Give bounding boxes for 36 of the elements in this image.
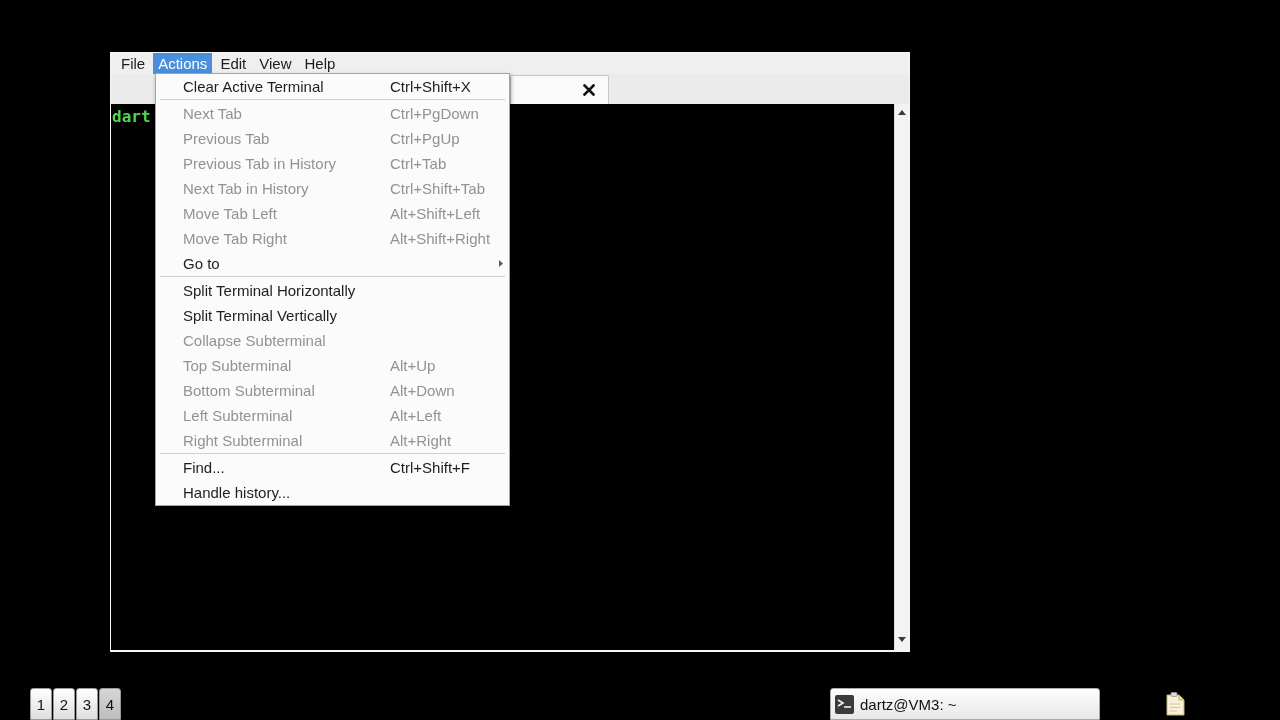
close-icon[interactable]	[583, 84, 595, 96]
taskbar-window-button[interactable]: dartz@VM3: ~	[830, 688, 1100, 720]
shortcut-text: Alt+Shift+Right	[390, 230, 491, 247]
workspace-button[interactable]: 4	[99, 688, 121, 720]
shortcut-text: Alt+Down	[390, 382, 455, 399]
shortcut-text: Alt+Right	[390, 432, 452, 449]
shortcut-text: Ctrl+Shift+Tab	[390, 180, 486, 197]
menu-item[interactable]: Go to	[156, 251, 509, 276]
menu-item[interactable]: Find... Ctrl+Shift+F	[156, 455, 509, 480]
shortcut-text: Alt+Up	[390, 357, 436, 374]
scrollbar[interactable]	[894, 104, 909, 650]
menu-item[interactable]: Split Terminal Vertically	[156, 303, 509, 328]
shortcut-text: Ctrl+PgUp	[390, 130, 460, 147]
shortcut-text: Ctrl+Shift+F	[390, 459, 471, 476]
shortcut-text: Ctrl+PgDown	[390, 105, 479, 122]
workspace-button[interactable]: 3	[76, 688, 98, 720]
menu-bar-item[interactable]: View	[254, 53, 297, 74]
menu-bar-item[interactable]: Help	[299, 53, 341, 74]
menu-item[interactable]: Clear Active Terminal Ctrl+Shift+X	[156, 74, 509, 99]
menu-item[interactable]: Handle history...	[156, 480, 509, 505]
scroll-up-icon[interactable]	[898, 110, 906, 115]
shortcut-text: Alt+Shift+Left	[390, 205, 481, 222]
terminal-tab[interactable]	[510, 75, 609, 104]
terminal-text: dart	[112, 107, 151, 126]
shortcut-text: Ctrl+Shift+X	[390, 78, 471, 95]
note-icon[interactable]	[1165, 692, 1185, 716]
shortcut-text: Alt+Left	[390, 407, 442, 424]
scroll-down-icon[interactable]	[898, 637, 906, 642]
menu-item[interactable]: Split Terminal Horizontally	[156, 278, 509, 303]
submenu-arrow-icon	[499, 260, 503, 267]
workspace-button[interactable]: 2	[53, 688, 75, 720]
shortcut-text: Ctrl+Tab	[390, 155, 447, 172]
menu-bar-item[interactable]: Edit	[215, 53, 252, 74]
workspace-button[interactable]: 1	[30, 688, 52, 720]
menu-bar-item[interactable]: File	[116, 53, 151, 74]
terminal-icon	[835, 694, 854, 714]
